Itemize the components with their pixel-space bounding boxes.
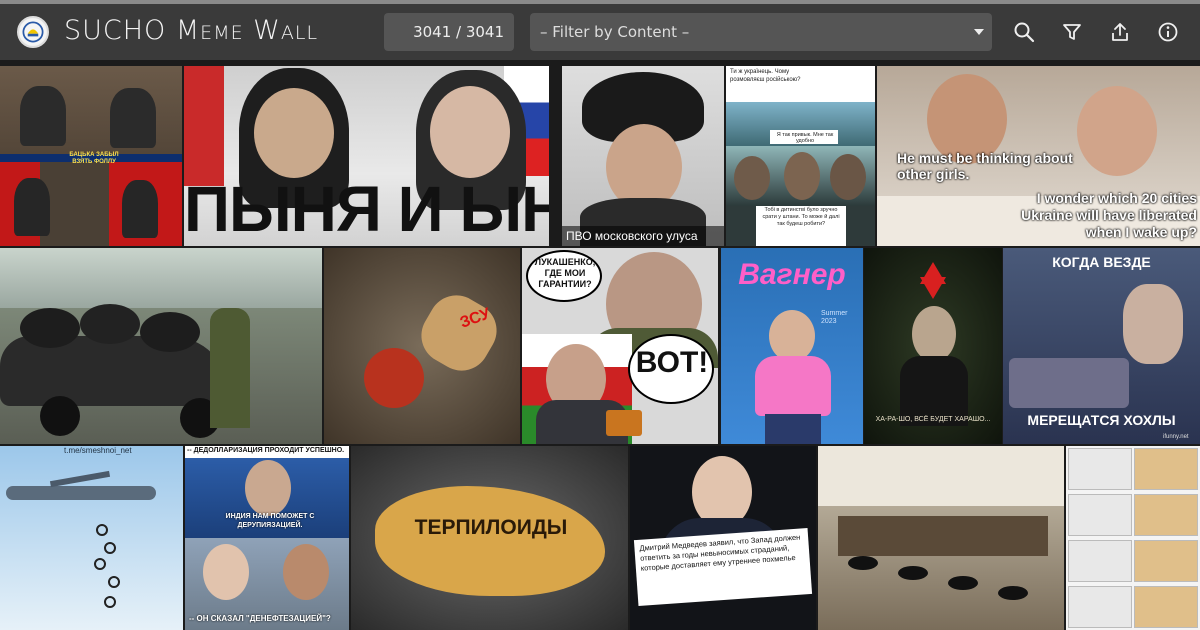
- meme-caption: He must be thinking about other girls.: [897, 150, 1073, 182]
- chevron-down-icon: [974, 29, 984, 35]
- sucho-logo-icon[interactable]: [17, 16, 49, 48]
- counter-text: 3041 / 3041: [413, 23, 504, 41]
- app-header: SUCHO Meme Wall 3041 / 3041 – Filter by …: [0, 4, 1200, 60]
- search-icon[interactable]: [1013, 21, 1035, 43]
- meme-caption: -- ДЕДОЛЛАРИЗАЦИЯ ПРОХОДИТ УСПЕШНО.: [187, 447, 345, 454]
- meme-tile-6[interactable]: [0, 248, 322, 444]
- meme-caption: -- ОН СКАЗАЛ "ДЕНЕФТЕЗАЦИЕЙ"?: [189, 614, 331, 623]
- meme-tile-4[interactable]: Ти ж українець. Чому розмовляєш російськ…: [726, 66, 875, 246]
- meme-caption: Тобі в дитинстві було зручно срати у шта…: [762, 207, 840, 227]
- meme-caption: БАЦЬКА ЗАБЫЛ ВЗЯТЬ ФОЛЛУ: [69, 152, 119, 165]
- meme-tile-10[interactable]: ХА-РА-ШО, ВСЁ БУДЕТ ХАРАШО...: [864, 248, 1002, 444]
- info-icon[interactable]: [1157, 21, 1179, 43]
- meme-caption: ПЫНЯ И ЫНЯ: [184, 173, 549, 245]
- meme-tile-16[interactable]: [818, 446, 1064, 630]
- meme-tile-15[interactable]: Дмитрий Медведев заявил, что Запад долже…: [630, 446, 816, 630]
- meme-tile-17[interactable]: [1066, 446, 1200, 630]
- meme-caption: ВОТ!: [635, 346, 709, 379]
- meme-caption: КОГДА ВЕЗДЕ: [1052, 254, 1151, 270]
- meme-caption: Вагнер: [738, 258, 846, 291]
- meme-tile-1[interactable]: БАЦЬКА ЗАБЫЛ ВЗЯТЬ ФОЛЛУ: [0, 66, 182, 246]
- meme-tile-13[interactable]: -- ДЕДОЛЛАРИЗАЦИЯ ПРОХОДИТ УСПЕШНО. ИНДИ…: [185, 446, 349, 630]
- meme-caption: ТЕРПИЛОИДЫ: [414, 516, 568, 539]
- app-title[interactable]: SUCHO Meme Wall: [64, 15, 318, 46]
- meme-caption: ЛУКАШЕНКО, ГДЕ МОИ ГАРАНТИИ?: [534, 257, 596, 289]
- filter-select-label: – Filter by Content –: [540, 23, 690, 41]
- meme-tile-14[interactable]: ТЕРПИЛОИДЫ: [351, 446, 628, 630]
- meme-caption: Я так привык. Мне так удобно: [776, 132, 834, 144]
- meme-caption: МЕРЕЩАТСЯ ХОХЛЫ: [1027, 412, 1176, 428]
- meme-caption: ifunny.net: [1163, 434, 1189, 440]
- meme-caption: ИНДИЯ НАМ ПОМОЖЕТ С ДЕРУПИЯЗАЦИЕЙ.: [225, 513, 315, 529]
- filter-icon[interactable]: [1061, 21, 1083, 43]
- meme-tile-8[interactable]: ЛУКАШЕНКО, ГДЕ МОИ ГАРАНТИИ? ВОТ!: [522, 248, 718, 444]
- meme-caption: ПВО московского улуса: [566, 229, 698, 243]
- meme-caption: Ти ж українець. Чому розмовляєш російськ…: [730, 69, 801, 83]
- meme-caption: I wonder which 20 cities Ukraine will ha…: [1021, 190, 1197, 240]
- meme-caption: Summer 2023: [821, 310, 848, 325]
- meme-caption: t.me/smeshnoi_net: [64, 446, 132, 455]
- meme-tile-9[interactable]: Вагнер Summer 2023: [721, 248, 863, 444]
- meme-tile-5[interactable]: He must be thinking about other girls. I…: [877, 66, 1200, 246]
- content-filter-select[interactable]: – Filter by Content –: [530, 13, 992, 51]
- meme-tile-7[interactable]: ЗСУ: [324, 248, 520, 444]
- share-icon[interactable]: [1109, 21, 1131, 43]
- meme-tile-11[interactable]: КОГДА ВЕЗДЕ МЕРЕЩАТСЯ ХОХЛЫ ifunny.net: [1003, 248, 1200, 444]
- meme-tile-3[interactable]: ПВО московского улуса: [562, 66, 724, 246]
- meme-tile-12[interactable]: t.me/smeshnoi_net: [0, 446, 183, 630]
- meme-tile-2[interactable]: ПЫНЯ И ЫНЯ: [184, 66, 549, 246]
- result-counter: 3041 / 3041: [384, 13, 514, 51]
- meme-caption: ХА-РА-ШО, ВСЁ БУДЕТ ХАРАШО...: [875, 416, 991, 423]
